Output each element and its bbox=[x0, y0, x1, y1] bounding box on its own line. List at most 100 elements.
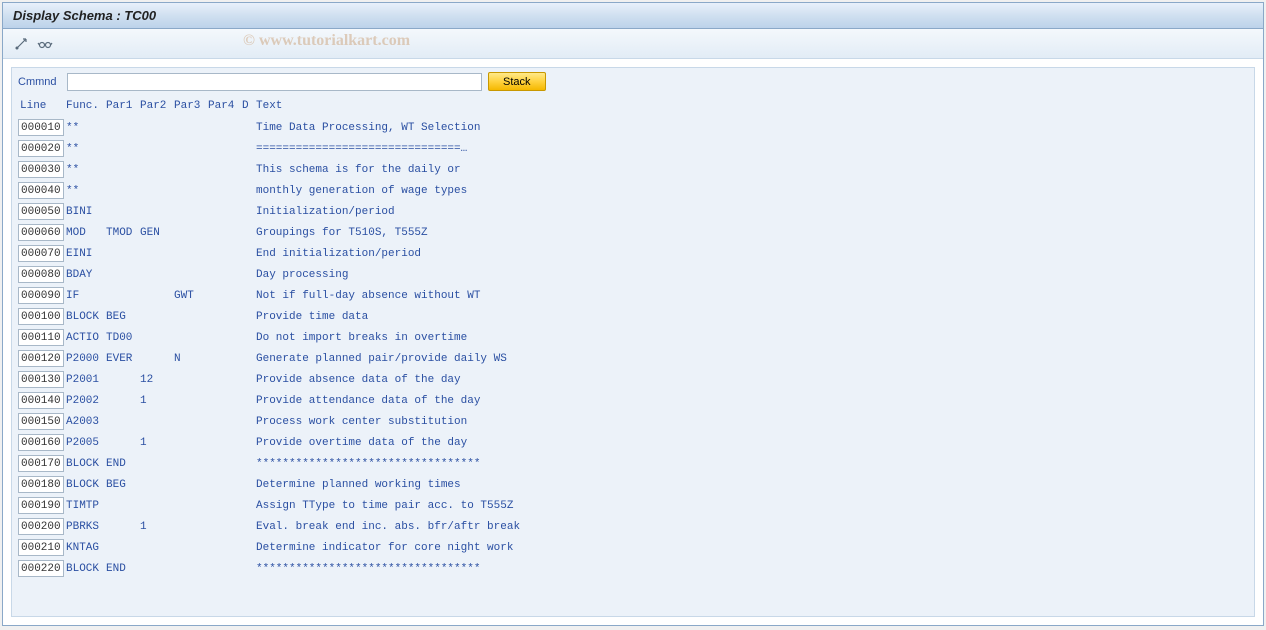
line-input[interactable] bbox=[18, 518, 64, 535]
line-input[interactable] bbox=[18, 392, 64, 409]
par2-cell[interactable]: 1 bbox=[140, 521, 174, 533]
table-row: ** ===============================… bbox=[18, 138, 1248, 159]
text-cell[interactable]: Eval. break end inc. abs. bfr/aftr break bbox=[256, 521, 1248, 533]
text-cell[interactable]: Initialization/period bbox=[256, 206, 1248, 218]
stack-button[interactable]: Stack bbox=[488, 72, 546, 91]
text-cell[interactable]: Provide absence data of the day bbox=[256, 374, 1248, 386]
func-cell[interactable]: BLOCK bbox=[66, 479, 106, 491]
func-cell[interactable]: ** bbox=[66, 122, 106, 134]
line-input[interactable] bbox=[18, 455, 64, 472]
line-input[interactable] bbox=[18, 476, 64, 493]
par2-cell[interactable]: 1 bbox=[140, 437, 174, 449]
text-cell[interactable]: Time Data Processing, WT Selection bbox=[256, 122, 1248, 134]
text-cell[interactable]: Provide overtime data of the day bbox=[256, 437, 1248, 449]
func-cell[interactable]: BLOCK bbox=[66, 311, 106, 323]
func-cell[interactable]: P2005 bbox=[66, 437, 106, 449]
line-input[interactable] bbox=[18, 245, 64, 262]
text-cell[interactable]: Process work center substitution bbox=[256, 416, 1248, 428]
command-row: Cmmnd Stack bbox=[18, 72, 1248, 91]
func-cell[interactable]: IF bbox=[66, 290, 106, 302]
par3-cell[interactable]: N bbox=[174, 353, 208, 365]
func-cell[interactable]: A2003 bbox=[66, 416, 106, 428]
header-text: Text bbox=[256, 100, 1248, 112]
text-cell[interactable]: ===============================… bbox=[256, 143, 1248, 155]
func-cell[interactable]: MOD bbox=[66, 227, 106, 239]
func-cell[interactable]: P2002 bbox=[66, 395, 106, 407]
func-cell[interactable]: BDAY bbox=[66, 269, 106, 281]
par1-cell[interactable]: BEG bbox=[106, 479, 140, 491]
table-row: ** This schema is for the daily or bbox=[18, 159, 1248, 180]
par1-cell[interactable]: END bbox=[106, 563, 140, 575]
text-cell[interactable]: Groupings for T510S, T555Z bbox=[256, 227, 1248, 239]
line-input[interactable] bbox=[18, 140, 64, 157]
par1-cell[interactable]: TD00 bbox=[106, 332, 140, 344]
watermark: © www.tutorialkart.com bbox=[243, 32, 410, 50]
line-input[interactable] bbox=[18, 266, 64, 283]
text-cell[interactable]: Determine planned working times bbox=[256, 479, 1248, 491]
glasses-icon[interactable] bbox=[35, 34, 55, 54]
func-cell[interactable]: KNTAG bbox=[66, 542, 106, 554]
table-row: ** Time Data Processing, WT Selection bbox=[18, 117, 1248, 138]
toolbar: © www.tutorialkart.com bbox=[3, 29, 1263, 59]
table-row: ACTIOTD00 Do not import breaks in overtim… bbox=[18, 327, 1248, 348]
func-cell[interactable]: ** bbox=[66, 164, 106, 176]
par1-cell[interactable]: EVER bbox=[106, 353, 140, 365]
text-cell[interactable]: Provide attendance data of the day bbox=[256, 395, 1248, 407]
line-input[interactable] bbox=[18, 308, 64, 325]
display-change-icon[interactable] bbox=[11, 34, 31, 54]
line-input[interactable] bbox=[18, 539, 64, 556]
func-cell[interactable]: ACTIO bbox=[66, 332, 106, 344]
text-cell[interactable]: End initialization/period bbox=[256, 248, 1248, 260]
func-cell[interactable]: ** bbox=[66, 143, 106, 155]
line-input[interactable] bbox=[18, 371, 64, 388]
func-cell[interactable]: P2001 bbox=[66, 374, 106, 386]
par2-cell[interactable]: 12 bbox=[140, 374, 174, 386]
table-row: IF GWT Not if full-day absence without WT bbox=[18, 285, 1248, 306]
line-input[interactable] bbox=[18, 497, 64, 514]
par2-cell[interactable]: 1 bbox=[140, 395, 174, 407]
func-cell[interactable]: BLOCK bbox=[66, 563, 106, 575]
main-window: Display Schema : TC00 © www.tutorialkart… bbox=[2, 2, 1264, 626]
line-input[interactable] bbox=[18, 413, 64, 430]
line-input[interactable] bbox=[18, 182, 64, 199]
text-cell[interactable]: Assign TType to time pair acc. to T555Z bbox=[256, 500, 1248, 512]
line-input[interactable] bbox=[18, 119, 64, 136]
text-cell[interactable]: This schema is for the daily or bbox=[256, 164, 1248, 176]
line-input[interactable] bbox=[18, 434, 64, 451]
par1-cell[interactable]: END bbox=[106, 458, 140, 470]
line-input[interactable] bbox=[18, 203, 64, 220]
text-cell[interactable]: Day processing bbox=[256, 269, 1248, 281]
par1-cell[interactable]: TMOD bbox=[106, 227, 140, 239]
line-input[interactable] bbox=[18, 287, 64, 304]
func-cell[interactable]: BINI bbox=[66, 206, 106, 218]
par3-cell[interactable]: GWT bbox=[174, 290, 208, 302]
text-cell[interactable]: Determine indicator for core night work bbox=[256, 542, 1248, 554]
table-row: BDAY Day processing bbox=[18, 264, 1248, 285]
header-func: Func. bbox=[66, 100, 106, 112]
line-input[interactable] bbox=[18, 560, 64, 577]
func-cell[interactable]: P2000 bbox=[66, 353, 106, 365]
par2-cell[interactable]: GEN bbox=[140, 227, 174, 239]
text-cell[interactable]: Generate planned pair/provide daily WS bbox=[256, 353, 1248, 365]
text-cell[interactable]: Do not import breaks in overtime bbox=[256, 332, 1248, 344]
command-input[interactable] bbox=[67, 73, 482, 91]
text-cell[interactable]: Not if full-day absence without WT bbox=[256, 290, 1248, 302]
func-cell[interactable]: BLOCK bbox=[66, 458, 106, 470]
line-input[interactable] bbox=[18, 329, 64, 346]
func-cell[interactable]: PBRKS bbox=[66, 521, 106, 533]
line-input[interactable] bbox=[18, 350, 64, 367]
func-cell[interactable]: ** bbox=[66, 185, 106, 197]
line-input[interactable] bbox=[18, 161, 64, 178]
text-cell[interactable]: Provide time data bbox=[256, 311, 1248, 323]
text-cell[interactable]: monthly generation of wage types bbox=[256, 185, 1248, 197]
table-row: BLOCKBEG Determine planned working times bbox=[18, 474, 1248, 495]
text-cell[interactable]: ********************************** bbox=[256, 563, 1248, 575]
text-cell[interactable]: ********************************** bbox=[256, 458, 1248, 470]
line-input[interactable] bbox=[18, 224, 64, 241]
func-cell[interactable]: EINI bbox=[66, 248, 106, 260]
table-row: ** monthly generation of wage types bbox=[18, 180, 1248, 201]
par1-cell[interactable]: BEG bbox=[106, 311, 140, 323]
func-cell[interactable]: TIMTP bbox=[66, 500, 106, 512]
table-row: A2003 Process work center substitution bbox=[18, 411, 1248, 432]
header-par4: Par4 bbox=[208, 100, 242, 112]
